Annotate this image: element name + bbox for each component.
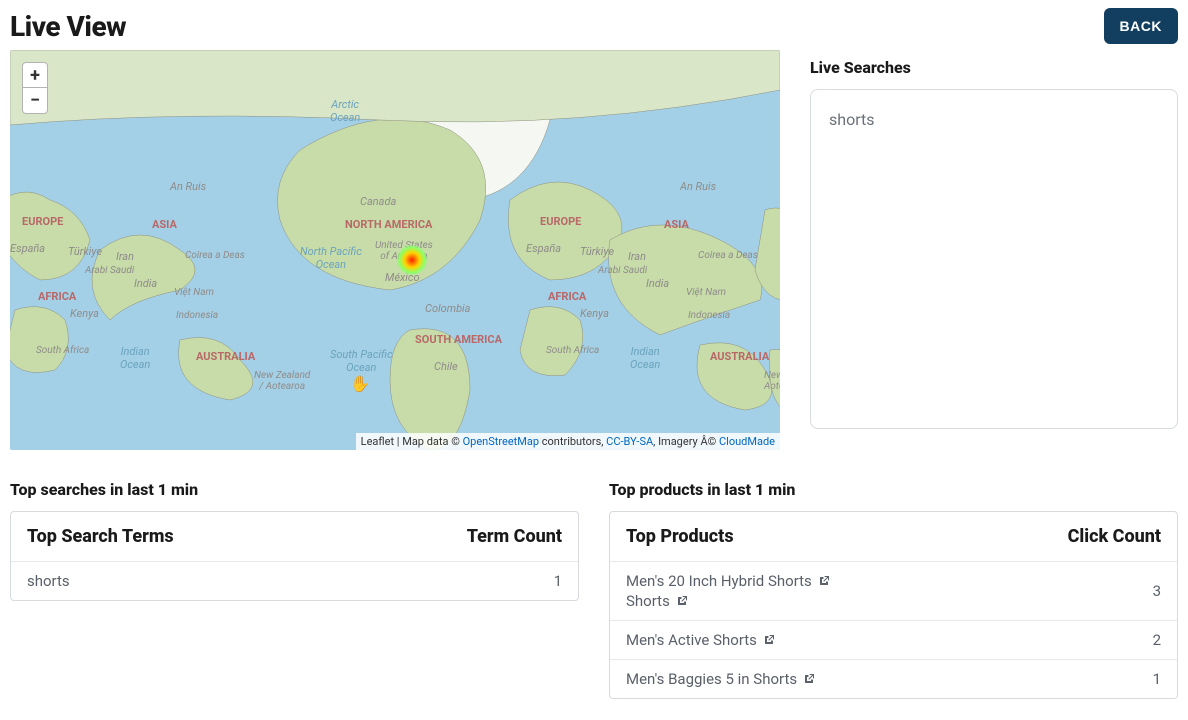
map-label: AFRICA <box>548 290 586 303</box>
map-label: Chile <box>434 360 458 373</box>
map-label: North PacificOcean <box>300 245 362 271</box>
map-label: España <box>10 242 45 255</box>
external-link-icon <box>763 634 775 646</box>
table-row: Men's Active Shorts 2 <box>610 620 1177 659</box>
map-label: India <box>646 277 669 290</box>
external-link-icon <box>676 595 688 607</box>
live-search-item: shorts <box>829 110 1159 129</box>
grab-cursor-icon: ✋ <box>350 374 370 393</box>
click-count-col: Click Count <box>1068 526 1161 547</box>
map-label: AFRICA <box>38 290 76 303</box>
live-searches-box: shorts <box>810 89 1178 429</box>
table-row: Men's Baggies 5 in Shorts 1 <box>610 659 1177 698</box>
map-label: India <box>134 277 157 290</box>
top-search-terms-col: Top Search Terms <box>27 526 174 547</box>
map-label: SOUTH AMERICA <box>415 333 502 346</box>
term-count-col: Term Count <box>467 526 562 547</box>
zoom-in-button[interactable]: + <box>22 62 48 88</box>
map-label: Kenya <box>70 307 99 320</box>
map-label: NORTH AMERICA <box>345 218 432 231</box>
map-label: Coirea a Deas <box>185 250 245 261</box>
map-label: South Africa <box>546 345 599 356</box>
top-searches-heading: Top searches in last 1 min <box>10 480 579 499</box>
click-count: 2 <box>1131 631 1161 649</box>
map-label: Arabi Saudi <box>85 265 134 276</box>
map-attribution: Leaflet | Map data © OpenStreetMap contr… <box>356 433 780 450</box>
live-searches-heading: Live Searches <box>810 58 1178 77</box>
table-row: shorts 1 <box>11 561 578 600</box>
map-label: Iran <box>628 250 646 263</box>
product-link[interactable]: Men's Active Shorts <box>626 631 775 649</box>
map-label: An Ruis <box>170 180 206 193</box>
search-term: shorts <box>27 572 70 590</box>
map-label: España <box>526 242 561 255</box>
map-label: Arabi Saudi <box>598 265 647 276</box>
map-label: South PacificOcean <box>330 348 393 374</box>
product-link[interactable]: Men's Baggies 5 in Shorts <box>626 670 815 688</box>
top-products-heading: Top products in last 1 min <box>609 480 1178 499</box>
map-label: AUSTRALIA <box>710 350 769 363</box>
search-count: 1 <box>532 572 562 590</box>
live-map[interactable]: ArcticOcean Canada NORTH AMERICA North P… <box>10 50 780 450</box>
click-count: 1 <box>1131 670 1161 688</box>
map-label: ASIA <box>664 218 689 231</box>
map-label: New Zealand/ Aotearoa <box>254 370 310 392</box>
map-label: Iran <box>116 250 134 263</box>
cloudmade-link[interactable]: CloudMade <box>719 435 775 448</box>
zoom-out-button[interactable]: − <box>22 88 48 114</box>
map-label: Indonesia <box>176 310 218 321</box>
leaflet-label: Leaflet <box>361 435 394 448</box>
top-products-table: Top Products Click Count Men's 20 Inch H… <box>609 511 1178 699</box>
zoom-controls: + − <box>22 62 48 114</box>
map-label: IndianOcean <box>630 345 660 371</box>
back-button[interactable]: BACK <box>1104 8 1178 44</box>
map-label: Türkiye <box>68 245 102 258</box>
table-row: Men's 20 Inch Hybrid Shorts Shorts 3 <box>610 561 1177 620</box>
external-link-icon <box>818 575 830 587</box>
map-label: Việt Nam <box>174 287 214 298</box>
map-label: Indonesia <box>688 310 730 321</box>
product-link[interactable]: Shorts <box>626 592 830 610</box>
map-label: ASIA <box>152 218 177 231</box>
top-products-col: Top Products <box>626 526 734 547</box>
cc-by-sa-link[interactable]: CC-BY-SA <box>606 435 653 448</box>
map-label: New /Aote <box>764 370 780 392</box>
map-label: Canada <box>360 195 396 208</box>
map-label: Colombia <box>425 302 470 315</box>
osm-link[interactable]: OpenStreetMap <box>463 435 539 448</box>
top-searches-table: Top Search Terms Term Count shorts 1 <box>10 511 579 601</box>
map-label: AUSTRALIA <box>196 350 255 363</box>
map-label: Coirea a Deas <box>698 250 758 261</box>
product-link[interactable]: Men's 20 Inch Hybrid Shorts <box>626 572 830 590</box>
page-title: Live View <box>10 10 126 43</box>
map-label: South Africa <box>36 345 89 356</box>
external-link-icon <box>803 673 815 685</box>
heatmap-hotspot <box>397 245 427 275</box>
map-label: EUROPE <box>540 215 581 228</box>
map-label: EUROPE <box>22 215 63 228</box>
click-count: 3 <box>1131 582 1161 600</box>
map-label: Kenya <box>580 307 609 320</box>
map-label: ArcticOcean <box>330 98 360 124</box>
map-label: Việt Nam <box>686 287 726 298</box>
map-label: Türkiye <box>580 245 614 258</box>
map-label: IndianOcean <box>120 345 150 371</box>
map-label: An Ruis <box>680 180 716 193</box>
